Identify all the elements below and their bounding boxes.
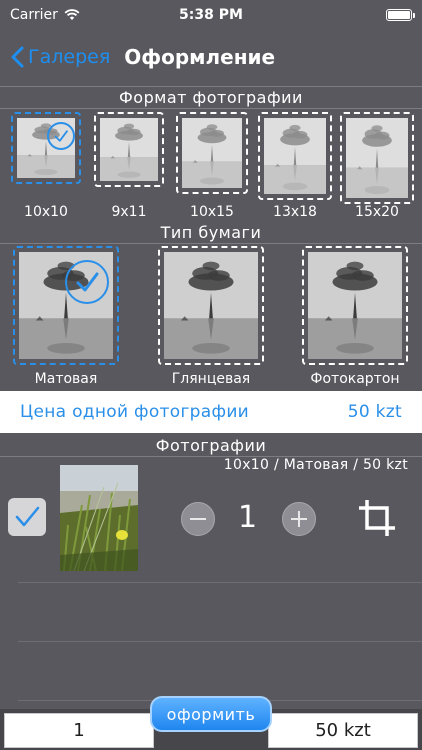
divider — [0, 108, 422, 109]
selected-check-icon — [65, 260, 109, 304]
price-label: Цена одной фотографии — [20, 402, 250, 422]
status-bar: Carrier 5:38 PM — [0, 0, 422, 30]
sample-photo — [100, 118, 158, 181]
divider — [0, 243, 422, 244]
format-option-label: 9x11 — [111, 204, 147, 220]
photo-thumbnail[interactable] — [60, 465, 138, 571]
format-option-13x18[interactable] — [258, 112, 332, 200]
crop-icon[interactable] — [357, 498, 397, 538]
format-option-15x20[interactable] — [340, 112, 414, 204]
format-option-10x10[interactable] — [11, 112, 81, 184]
selected-check-icon — [47, 122, 75, 150]
paper-option-label: Фотокартон — [310, 371, 400, 387]
format-option-label: 13x18 — [273, 204, 317, 220]
paper-option-label: Глянцевая — [171, 371, 251, 387]
format-section-title: Формат фотографии — [119, 88, 303, 107]
photo-description: 10x10 / Матовая / 50 kzt — [223, 457, 408, 473]
format-option-label: 15x20 — [355, 204, 399, 220]
divider — [18, 641, 422, 642]
paper-section-title: Тип бумаги — [160, 223, 262, 242]
back-button-label: Галерея — [28, 46, 111, 68]
paper-option-3[interactable] — [302, 246, 408, 365]
format-option-9x11[interactable] — [94, 112, 164, 187]
sample-photo — [264, 118, 326, 194]
photo-image — [60, 465, 138, 571]
sample-photo — [164, 252, 258, 359]
carrier: Carrier — [10, 7, 80, 23]
price-value: 50 kzt — [347, 402, 402, 422]
format-option-10x15[interactable] — [176, 112, 248, 194]
decrement-button[interactable] — [181, 502, 215, 536]
paper-option-2[interactable] — [158, 246, 264, 365]
chevron-left-icon — [11, 46, 24, 68]
carrier-label: Carrier — [10, 7, 58, 23]
order-button[interactable]: оформить — [150, 696, 272, 732]
page-title: Оформление — [124, 45, 276, 69]
total-count: 1 — [4, 713, 154, 748]
increment-button[interactable] — [282, 502, 316, 536]
wifi-icon — [64, 9, 80, 20]
photo-quantity: 1 — [238, 500, 258, 535]
total-price: 50 kzt — [268, 713, 418, 748]
photos-section-title: Фотографии — [155, 436, 267, 455]
back-button[interactable]: Галерея — [0, 46, 110, 68]
paper-option-1[interactable] — [13, 246, 119, 365]
divider — [0, 86, 422, 87]
checkmark-icon — [15, 506, 40, 527]
paper-option-label: Матовая — [34, 371, 98, 387]
divider — [18, 582, 422, 583]
battery-icon — [386, 9, 415, 21]
sample-photo — [308, 252, 402, 359]
nav-bar: Галерея Оформление — [0, 30, 422, 84]
sample-photo — [182, 118, 242, 188]
photo-checkbox[interactable] — [8, 498, 46, 536]
format-option-label: 10x10 — [24, 204, 68, 220]
sample-photo — [346, 118, 408, 198]
price-row: Цена одной фотографии 50 kzt — [0, 391, 422, 433]
format-option-label: 10x15 — [190, 204, 234, 220]
